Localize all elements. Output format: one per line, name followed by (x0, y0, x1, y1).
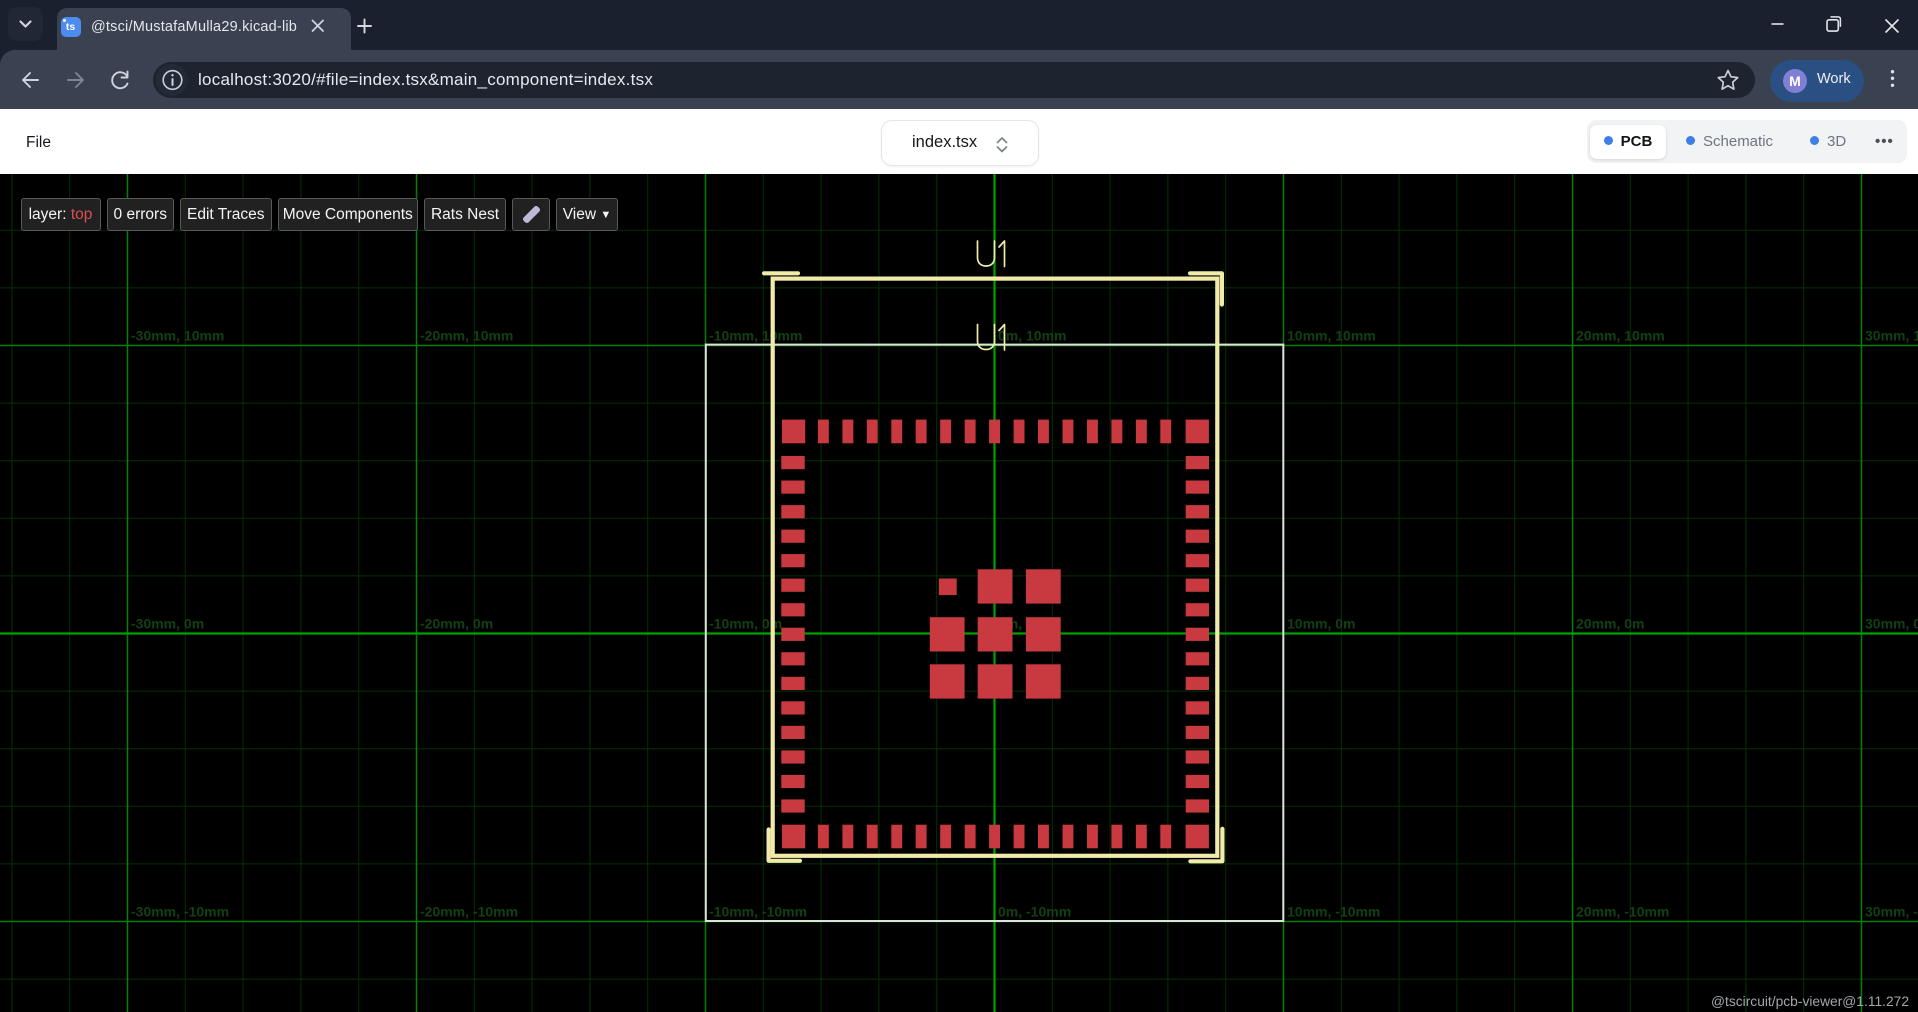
svg-text:0m, 10mm: 0m, 10mm (998, 328, 1066, 344)
svg-text:-20mm, 0m: -20mm, 0m (420, 616, 493, 632)
svg-text:10mm, -10mm: 10mm, -10mm (1287, 904, 1380, 920)
svg-text:-30mm, 10mm: -30mm, 10mm (131, 328, 224, 344)
svg-text:30mm, -10mm: 30mm, -10mm (1865, 904, 1918, 920)
svg-text:20mm, -10mm: 20mm, -10mm (1576, 904, 1669, 920)
svg-text:20mm, 0m: 20mm, 0m (1576, 616, 1644, 632)
svg-text:-30mm, -10mm: -30mm, -10mm (131, 904, 229, 920)
svg-text:-10mm, -10mm: -10mm, -10mm (709, 904, 807, 920)
svg-text:10mm, 0m: 10mm, 0m (1287, 616, 1355, 632)
svg-text:0m, -10mm: 0m, -10mm (998, 904, 1071, 920)
svg-text:-20mm, -10mm: -20mm, -10mm (420, 904, 518, 920)
svg-text:-10mm, 10mm: -10mm, 10mm (709, 328, 802, 344)
svg-text:30mm, 0m: 30mm, 0m (1865, 616, 1918, 632)
svg-text:-30mm, 0m: -30mm, 0m (131, 616, 204, 632)
svg-text:10mm, 10mm: 10mm, 10mm (1287, 328, 1376, 344)
svg-text:-20mm, 10mm: -20mm, 10mm (420, 328, 513, 344)
svg-text:30mm, 10mm: 30mm, 10mm (1865, 328, 1918, 344)
svg-text:20mm, 10mm: 20mm, 10mm (1576, 328, 1665, 344)
